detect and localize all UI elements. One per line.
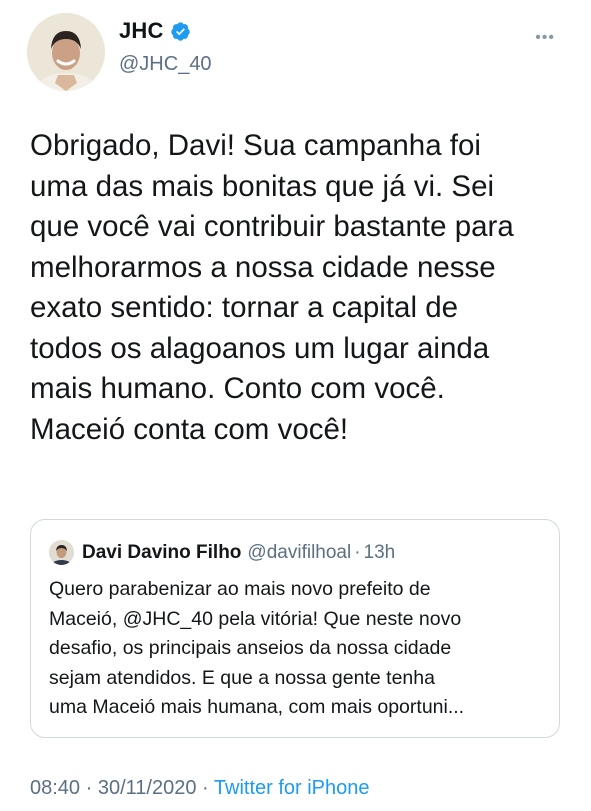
meta-separator: · [196,777,214,799]
tweet-source-link[interactable]: Twitter for iPhone [214,777,370,799]
tweet-text-line: uma das mais bonitas que já vi. Sei [30,169,495,203]
quoted-time: 13h [363,541,396,563]
tweet-text-line: Obrigado, Davi! Sua campanha foi [30,129,481,162]
tweet-text: Obrigado, Davi! Sua campanha foi uma das… [30,126,570,450]
more-options-icon[interactable]: ••• [535,30,555,46]
quoted-author-name: Davi Davino Filho [82,541,242,563]
quoted-text-line: Maceió, @JHC_40 pela vitória! Que neste … [49,607,462,630]
tweet-text-line: mais humano. Conto com você. [30,372,445,405]
tweet-time[interactable]: 08:40 [30,777,80,799]
tweet-text-line: Maceió conta com você! [30,412,349,446]
tweet-text-line: todos os alagoanos um lugar ainda [30,331,490,365]
author-avatar[interactable] [27,13,105,91]
verified-badge-icon [170,21,190,41]
quoted-text-line: sejam atendidos. E que a nossa gente ten… [49,666,435,689]
quoted-text-line: desafio, os principais anseios da nossa … [49,637,452,659]
meta-separator: · [80,777,98,799]
author-handle[interactable]: @JHC_40 [119,53,212,76]
quoted-tweet-text: Quero parabenizar ao mais novo prefeito … [49,575,549,723]
author-display-name[interactable]: JHC [119,18,164,44]
quoted-author-avatar [49,540,74,565]
tweet-date[interactable]: 30/11/2020 [98,777,197,799]
tweet-text-line: exato sentido: tornar a capital de [30,291,459,324]
tweet-text-line: melhorarmos a nossa cidade nesse [30,250,496,284]
quoted-author-handle: @davifilhoal [247,541,352,563]
quoted-author-photo [49,540,74,565]
author-photo [27,13,105,91]
tweet-meta: 08:40 · 30/11/2020 · Twitter for iPhone [30,777,370,800]
author-name-row: JHC [119,18,191,44]
quoted-tweet-card[interactable]: Davi Davino Filho @davifilhoal · 13h Que… [30,519,560,738]
quoted-text-line: uma Maceió mais humana, com mais oportun… [49,696,465,718]
tweet-text-line: que você vai contribuir bastante para [30,210,514,243]
quoted-separator: · [354,541,361,563]
quoted-tweet-header: Davi Davino Filho @davifilhoal · 13h [49,540,395,565]
quoted-text-line: Quero parabenizar ao mais novo prefeito … [49,578,431,600]
